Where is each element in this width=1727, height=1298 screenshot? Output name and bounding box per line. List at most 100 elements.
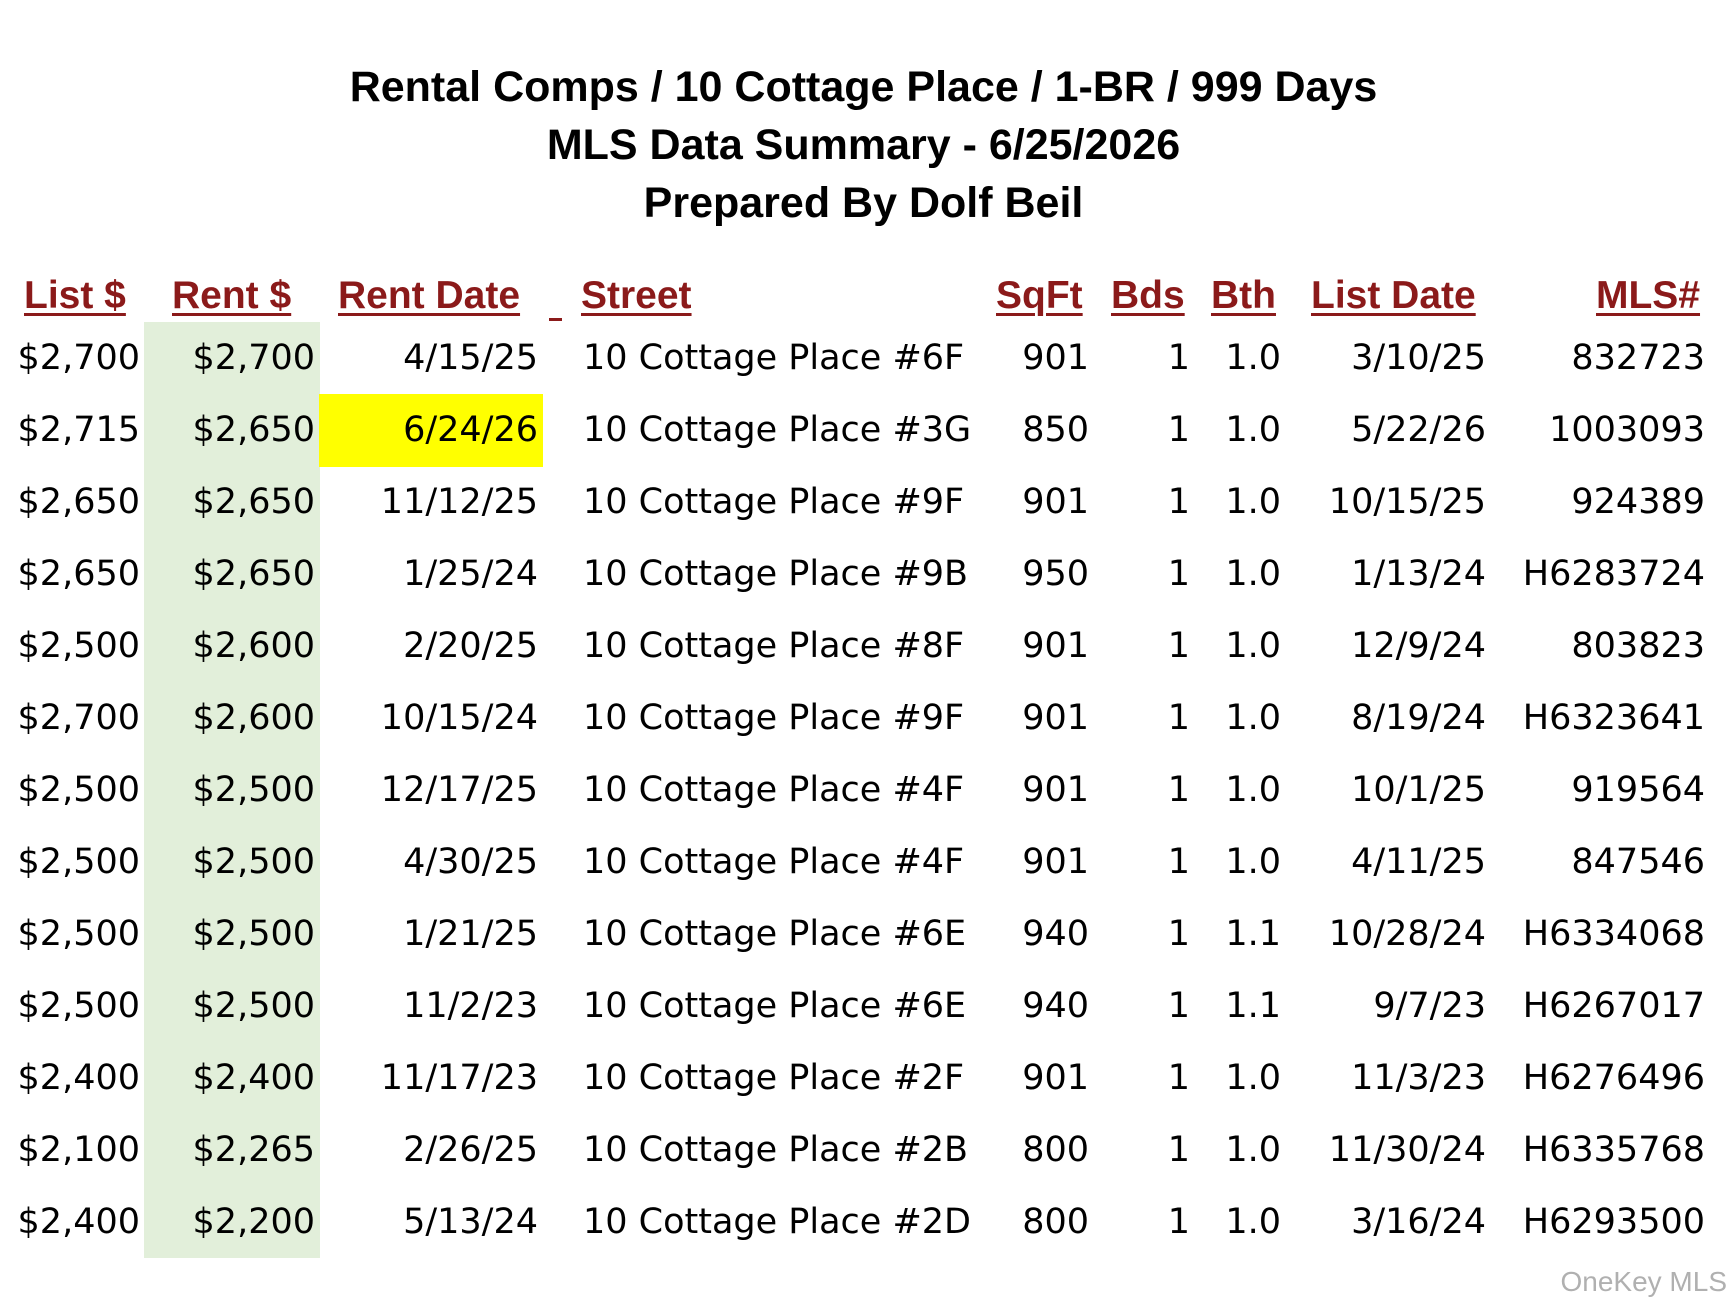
baths-cell: 1.0 xyxy=(1225,698,1281,738)
rent-date-cell: 4/15/25 xyxy=(403,338,538,378)
mls-number-cell: H6335768 xyxy=(1522,1130,1705,1170)
list-date-cell: 9/7/23 xyxy=(1373,986,1486,1026)
beds-cell: 1 xyxy=(1167,482,1190,522)
mls-number-cell: 924389 xyxy=(1571,482,1705,522)
rent-price-cell: $2,500 xyxy=(192,986,315,1026)
report-title: Rental Comps / 10 Cottage Place / 1-BR /… xyxy=(349,63,1378,111)
mls-number-cell: 919564 xyxy=(1571,770,1705,810)
mls-number-cell: H6323641 xyxy=(1522,698,1705,738)
rent-price-cell: $2,700 xyxy=(192,338,315,378)
title-block: Rental Comps / 10 Cottage Place / 1-BR /… xyxy=(0,58,1727,232)
rent-date-cell: 2/26/25 xyxy=(403,1130,538,1170)
list-price-cell: $2,650 xyxy=(17,482,140,522)
table-row: $2,400 $2,200 5/13/24 10 Cottage Place #2D 8… xyxy=(0,1186,1727,1258)
list-date-cell: 3/10/25 xyxy=(1351,338,1486,378)
street-cell: 10 Cottage Place #2D xyxy=(583,1202,972,1242)
list-date-cell: 5/22/26 xyxy=(1351,410,1486,450)
header-list-date: List Date xyxy=(1311,274,1476,317)
sqft-cell: 800 xyxy=(1022,1130,1089,1170)
list-price-cell: $2,500 xyxy=(17,626,140,666)
sqft-cell: 901 xyxy=(1022,842,1089,882)
street-cell: 10 Cottage Place #2F xyxy=(583,1058,965,1098)
table-row: $2,100 $2,265 2/26/25 10 Cottage Place #2B 8… xyxy=(0,1114,1727,1186)
beds-cell: 1 xyxy=(1167,914,1190,954)
rent-price-cell: $2,500 xyxy=(192,770,315,810)
rent-price-cell: $2,400 xyxy=(192,1058,315,1098)
baths-cell: 1.0 xyxy=(1225,482,1281,522)
beds-cell: 1 xyxy=(1167,986,1190,1026)
rent-date-cell: 6/24/26 xyxy=(403,410,538,450)
comps-table-body: $2,700 $2,700 4/15/25 10 Cottage Place #6F 9… xyxy=(0,322,1727,1258)
baths-cell: 1.0 xyxy=(1225,1058,1281,1098)
header-underline-gap xyxy=(549,318,562,321)
table-row: $2,500 $2,500 12/17/25 10 Cottage Place #4F… xyxy=(0,754,1727,826)
sqft-cell: 901 xyxy=(1022,770,1089,810)
mls-number-cell: H6283724 xyxy=(1522,554,1705,594)
baths-cell: 1.0 xyxy=(1225,770,1281,810)
list-date-cell: 10/1/25 xyxy=(1351,770,1486,810)
rent-date-cell: 5/13/24 xyxy=(403,1202,538,1242)
list-price-cell: $2,100 xyxy=(17,1130,140,1170)
street-cell: 10 Cottage Place #6E xyxy=(583,986,967,1026)
rent-date-cell: 11/12/25 xyxy=(380,482,538,522)
list-price-cell: $2,700 xyxy=(17,338,140,378)
sqft-cell: 901 xyxy=(1022,626,1089,666)
table-row: $2,500 $2,500 1/21/25 10 Cottage Place #6E 9… xyxy=(0,898,1727,970)
street-cell: 10 Cottage Place #2B xyxy=(583,1130,969,1170)
sqft-cell: 901 xyxy=(1022,698,1089,738)
rent-date-cell: 1/21/25 xyxy=(403,914,538,954)
sqft-cell: 901 xyxy=(1022,482,1089,522)
sqft-cell: 940 xyxy=(1022,914,1089,954)
list-date-cell: 10/28/24 xyxy=(1328,914,1486,954)
header-mls-number: MLS# xyxy=(1596,274,1701,317)
baths-cell: 1.0 xyxy=(1225,410,1281,450)
mls-number-cell: H6334068 xyxy=(1522,914,1705,954)
sqft-cell: 950 xyxy=(1022,554,1089,594)
beds-cell: 1 xyxy=(1167,842,1190,882)
list-date-cell: 12/9/24 xyxy=(1351,626,1486,666)
header-sqft: SqFt xyxy=(996,274,1083,317)
list-date-cell: 11/3/23 xyxy=(1351,1058,1486,1098)
rent-date-cell: 11/17/23 xyxy=(380,1058,538,1098)
beds-cell: 1 xyxy=(1167,338,1190,378)
mls-number-cell: 847546 xyxy=(1571,842,1705,882)
street-cell: 10 Cottage Place #6F xyxy=(583,338,965,378)
list-date-cell: 10/15/25 xyxy=(1328,482,1486,522)
list-date-cell: 3/16/24 xyxy=(1351,1202,1486,1242)
list-price-cell: $2,500 xyxy=(17,842,140,882)
header-baths: Bth xyxy=(1211,274,1276,317)
beds-cell: 1 xyxy=(1167,1202,1190,1242)
header-beds: Bds xyxy=(1111,274,1185,317)
rent-price-cell: $2,650 xyxy=(192,554,315,594)
street-cell: 10 Cottage Place #9F xyxy=(583,482,965,522)
list-date-cell: 1/13/24 xyxy=(1351,554,1486,594)
report-author: Prepared By Dolf Beil xyxy=(643,179,1084,227)
mls-number-cell: 803823 xyxy=(1571,626,1705,666)
rent-price-cell: $2,200 xyxy=(192,1202,315,1242)
rent-price-cell: $2,265 xyxy=(192,1130,315,1170)
header-list-price: List $ xyxy=(24,274,126,317)
beds-cell: 1 xyxy=(1167,1058,1190,1098)
street-cell: 10 Cottage Place #4F xyxy=(583,842,965,882)
list-price-cell: $2,400 xyxy=(17,1058,140,1098)
header-rent-date: Rent Date xyxy=(338,274,521,317)
list-price-cell: $2,500 xyxy=(17,770,140,810)
header-rent-price: Rent $ xyxy=(172,274,292,317)
beds-cell: 1 xyxy=(1167,554,1190,594)
rent-date-cell: 1/25/24 xyxy=(403,554,538,594)
beds-cell: 1 xyxy=(1167,698,1190,738)
rent-date-cell: 4/30/25 xyxy=(403,842,538,882)
table-row: $2,700 $2,600 10/15/24 10 Cottage Place #9F… xyxy=(0,682,1727,754)
header-street: Street xyxy=(581,274,692,317)
sqft-cell: 850 xyxy=(1022,410,1089,450)
sqft-cell: 800 xyxy=(1022,1202,1089,1242)
rent-price-cell: $2,500 xyxy=(192,842,315,882)
baths-cell: 1.1 xyxy=(1225,986,1281,1026)
table-row: $2,500 $2,600 2/20/25 10 Cottage Place #8F 9… xyxy=(0,610,1727,682)
baths-cell: 1.0 xyxy=(1225,1202,1281,1242)
mls-number-cell: 832723 xyxy=(1571,338,1705,378)
rent-price-cell: $2,600 xyxy=(192,698,315,738)
baths-cell: 1.0 xyxy=(1225,554,1281,594)
table-row: $2,715 $2,650 6/24/26 10 Cottage Place #3G 8… xyxy=(0,394,1727,466)
list-date-cell: 8/19/24 xyxy=(1351,698,1486,738)
